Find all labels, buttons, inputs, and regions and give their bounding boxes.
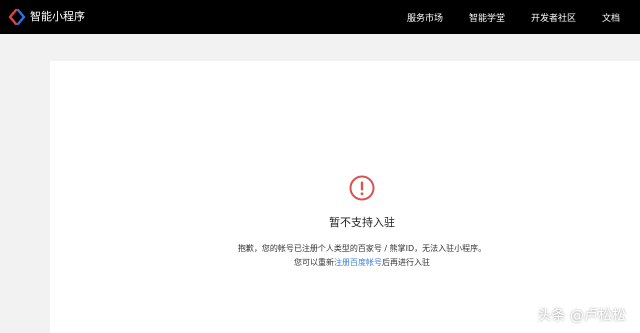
content-panel [50, 61, 640, 333]
top-navigation-bar: 智能小程序 服务市场 智能学堂 开发者社区 文档 [0, 0, 640, 34]
nav-item-smart-academy[interactable]: 智能学堂 [469, 11, 505, 24]
status-hint: 您可以重新注册百度帐号后再进行入驻 [170, 257, 554, 268]
nav-item-service-market[interactable]: 服务市场 [407, 11, 443, 24]
status-message: 抱歉，您的帐号已注册个人类型的百家号 / 熊掌ID，无法入驻小程序。 [237, 244, 487, 253]
nav-item-docs[interactable]: 文档 [602, 11, 620, 24]
nav-item-developer-community[interactable]: 开发者社区 [531, 11, 576, 24]
smart-miniprogram-logo-icon [8, 8, 26, 26]
brand[interactable]: 智能小程序 [8, 8, 85, 26]
main-nav: 服务市场 智能学堂 开发者社区 文档 [381, 0, 620, 34]
hint-prefix: 您可以重新 [294, 258, 334, 267]
warning-circle-icon [349, 175, 375, 201]
hint-suffix: 后再进行入驻 [382, 258, 430, 267]
register-baidu-account-link[interactable]: 注册百度帐号 [334, 258, 382, 267]
app-name: 智能小程序 [30, 10, 85, 23]
watermark: 头条 @卢松松 [537, 308, 626, 324]
status-title: 暂不支持入驻 [329, 216, 395, 229]
